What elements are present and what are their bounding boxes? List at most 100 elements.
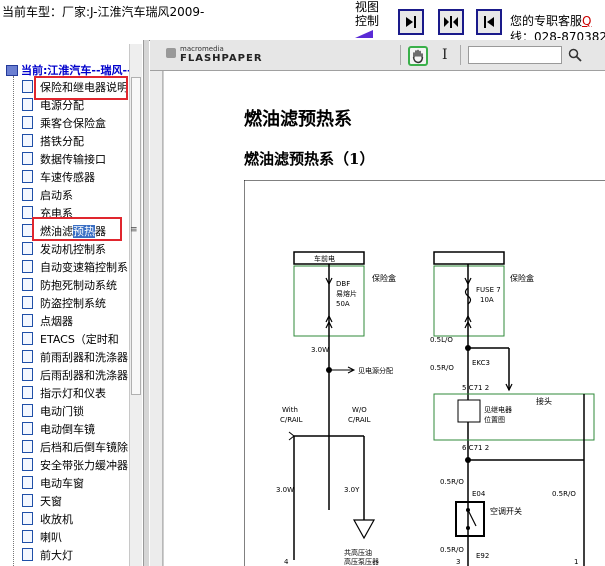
flashpaper-viewer: macromedia FLASHPAPER I 燃油滤预热系 燃油滤预热系（1） (150, 40, 605, 566)
document-icon (22, 188, 33, 201)
document-icon (22, 332, 33, 345)
tree-item-label: 后雨刮器和洗涤器 (40, 368, 128, 382)
tree-item-label: 车速传感器 (40, 170, 95, 184)
panel-splitter[interactable] (144, 40, 149, 566)
relay-desc-2: 位置图 (484, 415, 505, 424)
tree-item[interactable]: 前大灯 (22, 546, 73, 563)
power-dist-label: 见电源分配 (358, 366, 393, 375)
pin-3: 3 (456, 558, 460, 566)
tree-item[interactable]: 后档和后倒车镜除 (22, 438, 128, 455)
document-icon (22, 260, 33, 273)
macromedia-logo-icon (166, 48, 176, 58)
scrollbar-grip-icon: ≡ (130, 225, 138, 235)
text-select-tool-button[interactable]: I (442, 47, 448, 63)
service-label: 您的专职客服 (510, 14, 583, 28)
tree-item-label: 电动车窗 (40, 476, 84, 490)
relay-desc: 见继电器 (484, 405, 512, 414)
search-icon[interactable] (568, 48, 582, 62)
document-icon (22, 152, 33, 165)
document-subtitle: 燃油滤预热系（1） (244, 150, 375, 168)
document-icon (22, 512, 33, 525)
arrow-bar-right-icon (406, 16, 416, 28)
tree-item[interactable]: 电动门锁 (22, 402, 84, 419)
annotation-box-selected-item (32, 217, 122, 241)
relay-coil (457, 399, 481, 423)
wire-l3: 3.0Y (344, 486, 360, 494)
tree-item[interactable]: 搭铁分配 (22, 132, 84, 149)
book-icon (6, 64, 18, 76)
document-icon (22, 296, 33, 309)
tree-item-label: 后档和后倒车镜除 (40, 440, 128, 454)
view-control-triangle-icon (355, 30, 373, 38)
wiring-diagram: 车前电 保险盒 DBF 易熔片 50A 3.0W 见电源分配 With C/RA… (244, 180, 605, 566)
tree-vertical-scrollbar[interactable]: ≡ (129, 44, 142, 566)
wo-label: W/O (352, 406, 367, 414)
wire-r4: 0.5R/O (552, 490, 576, 498)
tree-item[interactable]: 防盗控制系统 (22, 294, 106, 311)
tree-item[interactable]: 电动倒车镜 (22, 420, 95, 437)
view-control-line-2: 控制 (355, 14, 380, 28)
tree-item[interactable]: 后雨刮器和洗涤器 (22, 366, 128, 383)
tree-item[interactable]: 指示灯和仪表 (22, 384, 106, 401)
tree-item[interactable]: 前雨刮器和洗涤器 (22, 348, 128, 365)
document-icon (22, 404, 33, 417)
fuse-box-left-label: 保险盒 (372, 273, 396, 283)
expand-right-button[interactable] (398, 9, 424, 35)
viewer-toolbar: macromedia FLASHPAPER I (150, 40, 605, 71)
tree-item[interactable]: 喇叭 (22, 528, 62, 545)
tree-scrollbar-thumb[interactable] (131, 77, 141, 395)
tree-item[interactable]: 自动变速箱控制系 (22, 258, 128, 275)
tree-item[interactable]: 收放机 (22, 510, 73, 527)
tree-item-label: 安全带张力缓冲器 (40, 458, 128, 472)
wire-r3: 0.5R/O (440, 478, 464, 486)
tree-item[interactable]: 天窗 (22, 492, 62, 509)
document-icon (22, 116, 33, 129)
service-text: 您的专职客服Q (510, 12, 591, 29)
tree-item-label: 启动系 (40, 188, 73, 202)
expand-left-button[interactable] (476, 9, 502, 35)
pin-4: 4 (284, 558, 289, 566)
current-car-model-label: 当前车型：厂家:J-江淮汽车瑞风2009- (2, 5, 205, 19)
wire-l1: 3.0W (311, 346, 329, 354)
fuse-label: FUSE 7 (476, 286, 501, 294)
tree-item-label: 电动门锁 (40, 404, 84, 418)
tree-item-label: 点烟器 (40, 314, 73, 328)
wire-r1: 0.5L/O (430, 336, 453, 344)
document-icon (22, 98, 33, 111)
fuse-box-left-header-label: 车前电 (314, 254, 335, 263)
hand-tool-button[interactable] (408, 46, 428, 66)
view-control-line-1: 视图 (355, 0, 380, 14)
tree-item[interactable]: 乘客仓保险盒 (22, 114, 106, 131)
tree-item[interactable]: 防抱死制动系统 (22, 276, 117, 293)
tree-item[interactable]: 发动机控制系 (22, 240, 106, 257)
fuse-box-right-header (433, 251, 505, 265)
tree-connector-line (13, 76, 14, 566)
brand-name: FLASHPAPER (180, 53, 263, 64)
tree-item[interactable]: 启动系 (22, 186, 73, 203)
switch-label: 空调开关 (490, 506, 522, 516)
tree-item-label: ETACS（定时和 (40, 332, 119, 346)
tree-item[interactable]: 车速传感器 (22, 168, 95, 185)
document-icon (22, 314, 33, 327)
bottom-label: 共高压油 (344, 548, 372, 557)
search-input[interactable] (468, 46, 562, 64)
annotation-box-first-item (34, 76, 128, 100)
document-icon (22, 530, 33, 543)
document-icon (22, 80, 33, 93)
dbf-label: DBF (336, 280, 350, 288)
tree-item[interactable]: 电动车窗 (22, 474, 84, 491)
split-center-button[interactable] (438, 9, 464, 35)
page-left-gutter (150, 71, 163, 566)
tree-item[interactable]: 点烟器 (22, 312, 73, 329)
arrow-bar-left-icon (484, 16, 494, 28)
document-icon (22, 350, 33, 363)
tree-item[interactable]: ETACS（定时和 (22, 330, 119, 347)
tree-item-label: 乘客仓保险盒 (40, 116, 106, 130)
page-area: 燃油滤预热系 燃油滤预热系（1） 车前电 保险盒 DBF 易熔片 50A 3.0… (150, 71, 605, 566)
service-link[interactable]: Q (582, 14, 591, 28)
tree-item[interactable]: 数据传输接口 (22, 150, 106, 167)
tree-item-label: 电动倒车镜 (40, 422, 95, 436)
tree-item[interactable]: 安全带张力缓冲器 (22, 456, 128, 473)
fuse-box-right-label: 保险盒 (510, 273, 534, 283)
tree-item-label: 天窗 (40, 494, 62, 508)
